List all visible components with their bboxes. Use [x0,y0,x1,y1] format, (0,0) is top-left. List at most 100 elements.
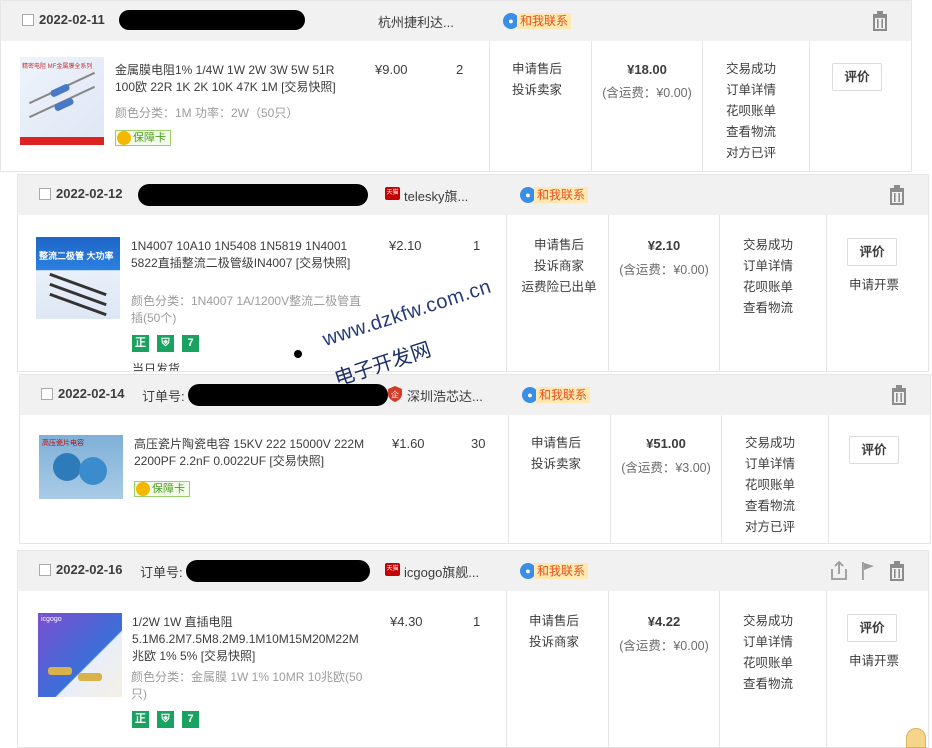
shop-name[interactable]: 杭州捷利达... [378,12,454,31]
product-thumbnail[interactable]: 整流二极管 大功率 [36,237,120,319]
divider [702,41,703,171]
product-attributes: 颜色分类：1N4007 1A/1200V整流二极管直插(50个) [131,294,362,325]
thumbnail-footer [20,137,104,145]
order-card: 2022-02-12 天猫 telesky旗... ● 和我联系 整流二极管 大… [17,174,929,372]
review-button[interactable]: 评价 [847,238,897,266]
order-body: icgogo 1/2W 1W 直插电阻 5.1M6.2M7.5M8.2M9.1M… [18,591,928,747]
huabei-bill-link[interactable]: 花呗账单 [743,277,793,298]
order-number-label: 订单号: [142,389,185,404]
order-select-checkbox[interactable] [22,14,34,26]
unit-price: ¥4.30 [390,614,423,629]
guarantee-card-badge[interactable]: 保障卡 [134,481,190,497]
product-title-link[interactable]: 1/2W 1W 直插电阻 5.1M6.2M7.5M8.2M9.1M10M15M2… [132,614,368,665]
apply-after-sales-link[interactable]: 申请售后 [529,611,579,632]
shipping-fee: (含运费：¥0.00) [602,86,692,100]
shipping-fee: (含运费：¥0.00) [619,263,709,277]
request-invoice-link[interactable]: 申请开票 [849,650,899,669]
product-title-link[interactable]: 高压瓷片陶瓷电容 15KV 222 15000V 222M 2200PF 2.2… [134,436,372,470]
complain-merchant-link[interactable]: 投诉商家 [514,256,604,277]
enterprise-shop-icon: 企 [388,386,402,402]
shop-name[interactable]: telesky旗... [404,186,468,205]
share-icon[interactable] [829,560,849,582]
authentic-badge-icon: 正 [132,335,149,352]
review-button[interactable]: 评价 [847,614,897,642]
complain-merchant-link[interactable]: 投诉商家 [529,632,579,653]
shop-name[interactable]: icgogo旗舰... [404,562,479,581]
cursor-dot [294,350,302,358]
view-logistics-link[interactable]: 查看物流 [745,496,795,517]
apply-after-sales-link[interactable]: 申请售后 [531,433,581,454]
thumbnail-caption: 整流二极管 大功率 [39,251,114,261]
review-button[interactable]: 评价 [832,63,882,91]
divider [489,41,490,171]
apply-after-sales-link[interactable]: 申请售后 [512,59,562,80]
divider [506,591,507,747]
flag-icon[interactable] [858,560,878,582]
product-thumbnail[interactable]: 精密电阻 MF金属膜全系列 [20,57,104,145]
divider [826,215,827,371]
shipping-insurance-link[interactable]: 运费险已出单 [514,277,604,298]
quantity: 1 [473,238,481,253]
order-status-actions: 交易成功 订单详情 花呗账单 查看物流 对方已评 [726,59,776,164]
order-number-redacted [188,384,388,406]
divider [610,415,611,543]
order-select-checkbox[interactable] [41,388,53,400]
divider [719,215,720,371]
request-invoice-link[interactable]: 申请开票 [849,274,899,293]
order-details-link[interactable]: 订单详情 [743,256,793,277]
trash-icon[interactable] [889,384,909,406]
order-details-link[interactable]: 订单详情 [726,80,776,101]
unit-price: ¥9.00 [375,62,408,77]
product-title-link[interactable]: 1N4007 10A10 1N5408 1N5819 1N4001 5822直插… [131,238,359,272]
thumbnail-caption: icgogo [41,616,62,623]
counterpart-reviewed: 对方已评 [745,520,796,534]
unit-price: ¥2.10 [389,238,422,253]
guarantee-label: 保障卡 [133,132,166,144]
view-logistics-link[interactable]: 查看物流 [743,298,793,319]
order-details-link[interactable]: 订单详情 [745,454,795,475]
capacitor-disc [53,453,81,481]
order-details-link[interactable]: 订单详情 [743,632,793,653]
shop-name[interactable]: 深圳浩芯达... [407,386,483,405]
order-header: 2022-02-12 天猫 telesky旗... ● 和我联系 [18,175,928,215]
svg-text:企: 企 [391,390,399,400]
divider [506,215,507,371]
view-logistics-link[interactable]: 查看物流 [743,674,793,695]
order-status-actions: 交易成功 订单详情 花呗账单 查看物流 对方已评 [745,433,795,538]
complain-seller-link[interactable]: 投诉卖家 [531,454,581,475]
product-thumbnail[interactable]: 高压瓷片电容 [39,435,123,499]
guarantee-shield-icon: ⛨ [157,335,174,352]
seven-day-return-icon: 7 [182,711,199,728]
huabei-bill-link[interactable]: 花呗账单 [726,101,776,122]
assistant-mascot-icon[interactable] [906,728,926,748]
order-card: 2022-02-16 订单号: 天猫 icgogo旗舰... ● 和我联系 ic… [17,550,929,748]
thumbnail-caption: 高压瓷片电容 [42,440,84,447]
huabei-bill-link[interactable]: 花呗账单 [743,653,793,674]
order-card: 2022-02-11 杭州捷利达... ● 和我联系 精密电阻 MF金属膜全系列… [0,0,912,172]
complain-seller-link[interactable]: 投诉卖家 [512,80,562,101]
authentic-badge-icon: 正 [132,711,149,728]
order-select-checkbox[interactable] [39,564,51,576]
guarantee-card-badge[interactable]: 保障卡 [115,130,171,146]
apply-after-sales-link[interactable]: 申请售后 [514,235,604,256]
order-date: 2022-02-14 [58,386,125,401]
trash-icon[interactable] [887,184,907,206]
resistor-body [53,97,75,112]
order-number-redacted [138,184,368,206]
review-button[interactable]: 评价 [849,436,899,464]
product-title-link[interactable]: 金属膜电阻1% 1/4W 1W 2W 3W 5W 51R 100欧 22R 1K… [115,62,355,96]
contact-label: 和我联系 [534,563,589,579]
order-header: 2022-02-11 杭州捷利达... ● 和我联系 [1,1,911,41]
trash-icon[interactable] [870,10,890,32]
service-actions: 申请售后 投诉商家 运费险已出单 [514,235,604,298]
order-date: 2022-02-16 [56,562,123,577]
status-trade-success: 交易成功 [743,614,794,628]
trash-icon[interactable] [887,560,907,582]
order-status-actions: 交易成功 订单详情 花呗账单 查看物流 [743,611,793,695]
order-number-redacted [186,560,370,582]
order-select-checkbox[interactable] [39,188,51,200]
view-logistics-link[interactable]: 查看物流 [726,122,776,143]
product-thumbnail[interactable]: icgogo [38,613,122,697]
huabei-bill-link[interactable]: 花呗账单 [745,475,795,496]
contact-label: 和我联系 [536,387,591,403]
